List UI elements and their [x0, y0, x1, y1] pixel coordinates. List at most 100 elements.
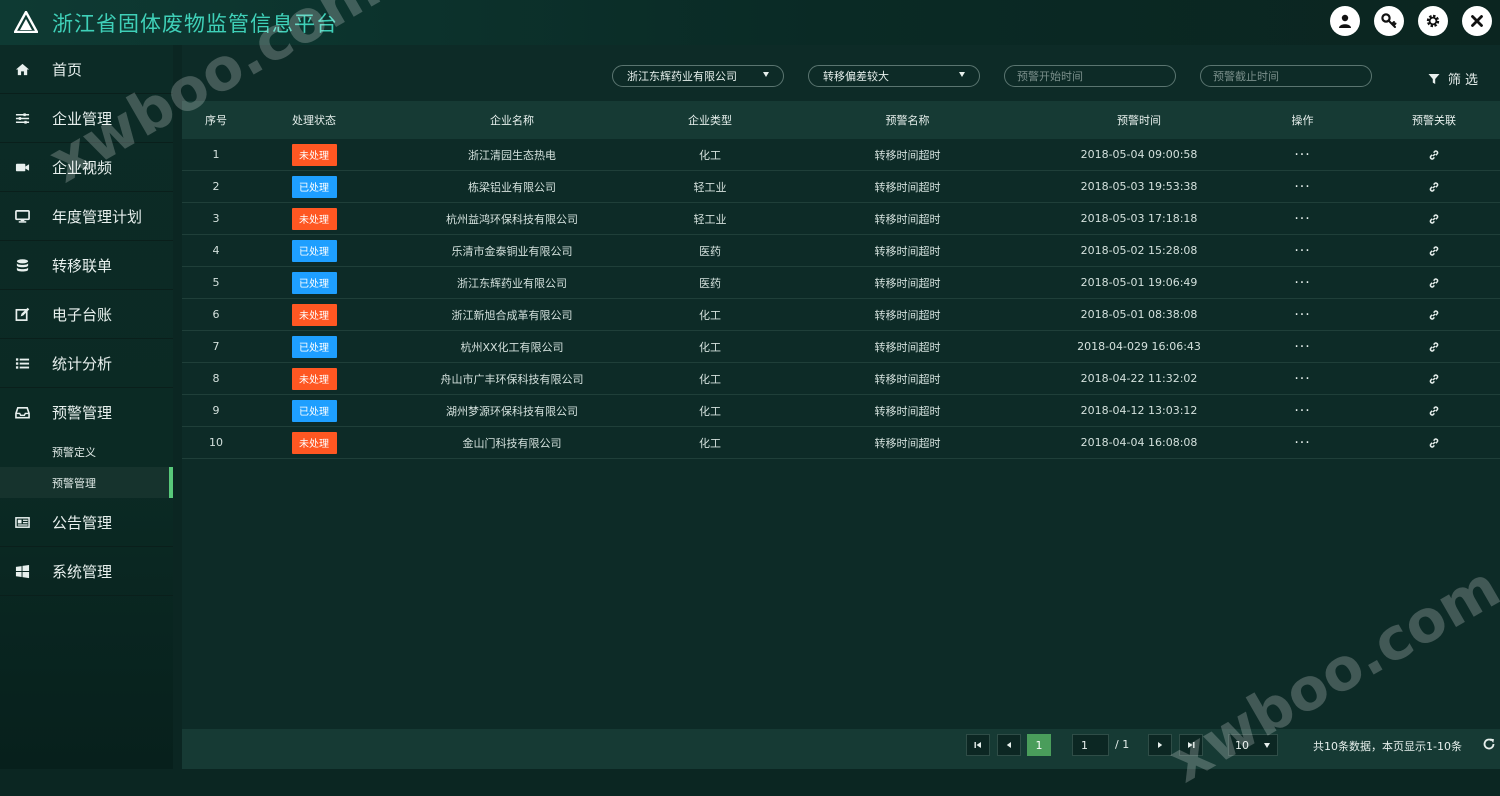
sidebar-item-label: 转移联单 — [52, 256, 113, 275]
link-icon[interactable] — [1428, 277, 1440, 289]
last-page-button[interactable] — [1179, 734, 1203, 756]
sidebar-item-announcement[interactable]: 公告管理 — [0, 498, 173, 547]
company-type: 医药 — [699, 244, 721, 258]
filter-button[interactable]: 筛 选 — [1428, 69, 1478, 88]
company-name: 金山门科技有限公司 — [462, 436, 562, 450]
row-number: 1 — [212, 148, 220, 161]
table-row: 8 未处理 舟山市广丰环保科技有限公司 化工 转移时间超时 2018-04-22… — [182, 363, 1500, 395]
more-actions-icon[interactable]: ··· — [1294, 372, 1310, 386]
status-badge: 已处理 — [291, 335, 337, 358]
link-icon[interactable] — [1428, 309, 1440, 321]
gear-icon — [1426, 14, 1440, 28]
link-icon[interactable] — [1428, 245, 1440, 257]
row-number: 7 — [212, 340, 220, 353]
company-type: 化工 — [699, 148, 721, 162]
more-actions-icon[interactable]: ··· — [1294, 404, 1310, 418]
link-icon[interactable] — [1428, 437, 1440, 449]
link-icon[interactable] — [1428, 149, 1440, 161]
link-icon[interactable] — [1428, 373, 1440, 385]
close-button[interactable] — [1462, 6, 1492, 36]
sidebar-item-warning[interactable]: 预警管理 — [0, 388, 173, 436]
sidebar-item-label: 预警管理 — [52, 403, 113, 422]
status-badge: 未处理 — [291, 207, 337, 230]
warning-time: 2018-05-01 19:06:49 — [1080, 276, 1198, 289]
more-actions-icon[interactable]: ··· — [1294, 340, 1310, 354]
table-row: 4 已处理 乐清市金泰铜业有限公司 医药 转移时间超时 2018-05-02 1… — [182, 235, 1500, 267]
company-type: 化工 — [699, 436, 721, 450]
key-button[interactable] — [1374, 6, 1404, 36]
link-icon[interactable] — [1428, 213, 1440, 225]
pagination-bar: 1 / 1 10 共10条数据，本页显示1-10条 — [182, 729, 1500, 769]
logo-icon — [14, 11, 38, 33]
sidebar-item-system[interactable]: 系统管理 — [0, 547, 173, 596]
settings-button[interactable] — [1418, 6, 1448, 36]
warning-name: 转移时间超时 — [874, 372, 941, 386]
status-badge: 未处理 — [291, 431, 337, 454]
inbox-icon — [14, 404, 30, 420]
home-icon — [14, 61, 30, 77]
page-total: / 1 — [1115, 738, 1130, 751]
sidebar-item-home[interactable]: 首页 — [0, 45, 173, 94]
sidebar-item-label: 企业视频 — [52, 158, 113, 177]
warning-name: 转移时间超时 — [874, 308, 941, 322]
company-name: 杭州XX化工有限公司 — [460, 340, 564, 354]
link-icon[interactable] — [1428, 405, 1440, 417]
row-number: 9 — [212, 404, 220, 417]
company-name: 浙江东辉药业有限公司 — [457, 276, 567, 290]
more-actions-icon[interactable]: ··· — [1294, 276, 1310, 290]
link-icon[interactable] — [1428, 341, 1440, 353]
refresh-icon[interactable] — [1482, 737, 1496, 751]
row-number: 4 — [212, 244, 220, 257]
more-actions-icon[interactable]: ··· — [1294, 436, 1310, 450]
windows-icon — [14, 563, 30, 579]
warning-time: 2018-04-12 13:03:12 — [1080, 404, 1198, 417]
sidebar-item-video[interactable]: 企业视频 — [0, 143, 173, 192]
table-header: 序号 处理状态 企业名称 企业类型 预警名称 预警时间 操作 预警关联 — [182, 101, 1500, 139]
warning-time: 2018-04-029 16:06:43 — [1077, 340, 1201, 353]
warning-name: 转移时间超时 — [874, 180, 941, 194]
company-type: 医药 — [699, 276, 721, 290]
user-icon — [1339, 14, 1351, 28]
page-number-current[interactable]: 1 — [1027, 734, 1051, 756]
company-name: 舟山市广丰环保科技有限公司 — [440, 372, 584, 386]
sidebar-item-label: 电子台账 — [52, 305, 113, 324]
sidebar-item-statistics[interactable]: 统计分析 — [0, 339, 173, 388]
more-actions-icon[interactable]: ··· — [1294, 180, 1310, 194]
page-size-select[interactable]: 10 — [1228, 734, 1278, 756]
sidebar-item-ledger[interactable]: 电子台账 — [0, 290, 173, 339]
start-time-input[interactable] — [1004, 65, 1176, 87]
sidebar-item-transfer[interactable]: 转移联单 — [0, 241, 173, 290]
more-actions-icon[interactable]: ··· — [1294, 148, 1310, 162]
prev-page-button[interactable] — [997, 734, 1021, 756]
first-page-icon — [974, 742, 981, 748]
more-actions-icon[interactable]: ··· — [1294, 308, 1310, 322]
next-page-button[interactable] — [1148, 734, 1172, 756]
warning-time: 2018-05-04 09:00:58 — [1080, 148, 1198, 161]
sidebar-item-label: 系统管理 — [52, 562, 113, 581]
caret-down-icon — [1264, 743, 1270, 748]
edit-icon — [14, 306, 30, 322]
company-name: 湖州梦源环保科技有限公司 — [446, 404, 578, 418]
sidebar-item-annual-plan[interactable]: 年度管理计划 — [0, 192, 173, 241]
app-title: 浙江省固体废物监管信息平台 — [52, 12, 338, 36]
link-icon[interactable] — [1428, 181, 1440, 193]
more-actions-icon[interactable]: ··· — [1294, 212, 1310, 226]
sliders-icon — [14, 110, 30, 126]
page-number-input[interactable] — [1072, 734, 1109, 756]
sidebar-subitem-warning-management[interactable]: 预警管理 — [0, 467, 173, 498]
warning-type-select[interactable]: 转移偏差较大 — [808, 65, 980, 87]
table-row: 6 未处理 浙江新旭合成革有限公司 化工 转移时间超时 2018-05-01 0… — [182, 299, 1500, 331]
filter-bar: 浙江东辉药业有限公司 转移偏差较大 筛 选 — [182, 45, 1500, 101]
end-time-input[interactable] — [1200, 65, 1372, 87]
column-header: 预警关联 — [1412, 114, 1456, 127]
more-actions-icon[interactable]: ··· — [1294, 244, 1310, 258]
column-header: 预警时间 — [1117, 114, 1161, 127]
row-number: 5 — [212, 276, 220, 289]
sidebar-subitem-warning-definition[interactable]: 预警定义 — [0, 436, 173, 467]
column-header: 预警名称 — [885, 114, 930, 127]
user-button[interactable] — [1330, 6, 1360, 36]
table-row: 1 未处理 浙江清园生态热电 化工 转移时间超时 2018-05-04 09:0… — [182, 139, 1500, 171]
sidebar-item-enterprise[interactable]: 企业管理 — [0, 94, 173, 143]
company-select[interactable]: 浙江东辉药业有限公司 — [612, 65, 784, 87]
first-page-button[interactable] — [966, 734, 990, 756]
